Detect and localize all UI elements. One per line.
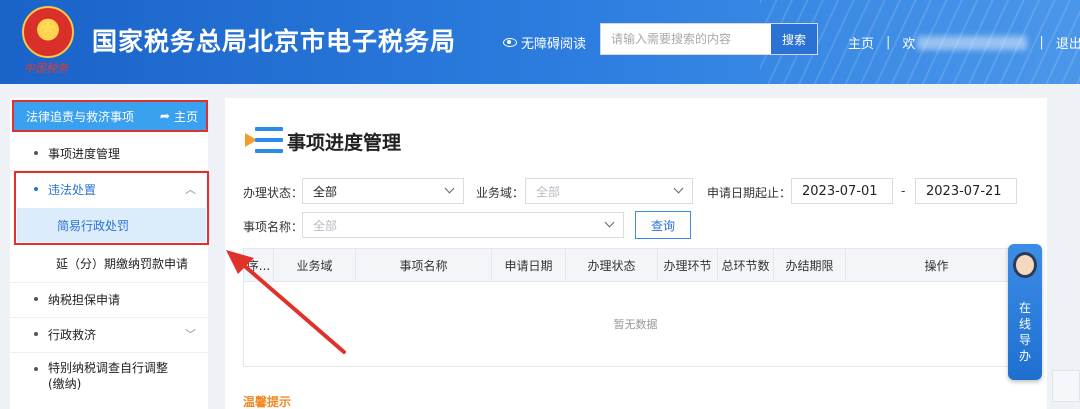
date-start-input[interactable]: 2023-07-01 [791, 178, 893, 204]
status-select[interactable]: 全部 [302, 178, 464, 204]
sidebar-item-label: 纳税担保申请 [48, 292, 121, 307]
sidebar-home-label: 主页 [173, 109, 198, 124]
chevron-down-icon [604, 217, 615, 228]
status-label: 办理状态： [243, 186, 304, 200]
domain-select[interactable]: 全部 [525, 178, 693, 204]
empty-state: 暂无数据 [243, 281, 1028, 367]
accessibility-link[interactable]: 无障碍阅读 [503, 33, 586, 52]
column-header: 办理环节 [657, 248, 718, 282]
page-title: 事项进度管理 [287, 132, 402, 154]
tax-emblem-icon: ★ [22, 6, 74, 58]
column-header: 办理状态 [565, 248, 658, 282]
accessibility-label: 无障碍阅读 [521, 37, 587, 52]
chevron-down-icon: ﹀ [185, 328, 196, 341]
column-header: 操作 [845, 248, 1028, 282]
domain-label: 业务域： [476, 186, 525, 200]
logo-script: 中国税务 [24, 62, 68, 75]
sidebar-item-special-adjust[interactable]: 特别纳税调查自行调整(缴纳) [10, 360, 208, 400]
sidebar-section-title: 法律追责与救济事项 [26, 109, 135, 124]
nav-separator: | [1039, 35, 1044, 50]
site-title[interactable]: 国家税务总局北京市电子税务局 [92, 22, 456, 58]
blurred-username [917, 35, 1028, 50]
sidebar-item-label: 事项进度管理 [48, 146, 121, 161]
item-name-select[interactable]: 全部 [302, 212, 624, 238]
assistant-avatar-icon [1013, 252, 1037, 278]
list-icon [245, 125, 285, 155]
item-name-label: 事项名称： [243, 220, 304, 234]
query-button[interactable]: 查询 [635, 211, 691, 239]
main-panel: 事项进度管理 办理状态： 全部 业务域： 全部 申请日期起止： 2023-07-… [225, 98, 1047, 409]
bullet-icon [34, 151, 38, 155]
column-header: 事项名称 [355, 248, 492, 282]
date-separator: - [901, 184, 906, 198]
sidebar-home-link[interactable]: ➦ 主页 [160, 108, 198, 125]
back-arrow-icon: ➦ [159, 109, 170, 123]
search-button[interactable]: 搜索 [771, 24, 817, 54]
bullet-icon [34, 332, 38, 336]
chevron-up-icon: ︿ [185, 183, 196, 196]
date-end-input[interactable]: 2023-07-21 [915, 178, 1017, 204]
sidebar-item-label: 延（分）期缴纳罚款申请 [56, 256, 189, 271]
top-nav: 主页 | 欢 | 退出 [848, 33, 1080, 52]
user-service-icon[interactable] [1052, 370, 1080, 402]
nav-home-link[interactable]: 主页 [848, 33, 874, 52]
column-header: 办结期限 [773, 248, 846, 282]
bullet-icon [34, 187, 38, 191]
nav-separator: | [886, 35, 891, 50]
search-input[interactable] [601, 24, 771, 54]
column-header: 申请日期 [491, 248, 566, 282]
site-header: ★ 中国税务 国家税务总局北京市电子税务局 无障碍阅读 搜索 主页 | 欢 | … [0, 0, 1080, 84]
column-header: 总环节数 [717, 248, 774, 282]
sidebar-item-violation[interactable]: 违法处置 ︿ [10, 174, 208, 204]
divider [10, 352, 208, 353]
column-header: 业务域 [273, 248, 356, 282]
sidebar-item-label: 行政救济 [48, 327, 97, 342]
chevron-down-icon [444, 183, 455, 194]
bullet-icon [34, 297, 38, 301]
sidebar-subitem-simple-penalty[interactable]: 简易行政处罚 [17, 208, 206, 242]
tips-title: 温馨提示 [243, 395, 292, 409]
column-header: 序... [243, 248, 274, 282]
sidebar-item-admin-relief[interactable]: 行政救济 ﹀ [10, 318, 208, 350]
status-select-value: 全部 [313, 184, 338, 199]
guide-label: 在 线 导 办 [1018, 301, 1031, 363]
domain-select-placeholder: 全部 [536, 184, 561, 199]
sidebar-item-label: 简易行政处罚 [57, 218, 130, 233]
table-header-row: 序... 业务域 事项名称 申请日期 办理状态 办理环节 总环节数 办结期限 操… [243, 248, 1028, 282]
bullet-icon [34, 367, 38, 371]
sidebar-item-progress[interactable]: 事项进度管理 [10, 138, 208, 168]
online-guide-button[interactable]: 在 线 导 办 [1008, 244, 1042, 380]
sidebar-header: 法律追责与救济事项 ➦ 主页 [12, 100, 208, 132]
sidebar: 法律追责与救济事项 ➦ 主页 事项进度管理 违法处置 ︿ 简易行政处罚 延（分）… [10, 98, 209, 409]
chevron-down-icon [673, 183, 684, 194]
search-box: 搜索 [600, 23, 818, 55]
date-range-label: 申请日期起止： [707, 186, 792, 200]
sidebar-item-label: 违法处置 [48, 182, 97, 197]
item-name-placeholder: 全部 [313, 218, 338, 233]
progress-table: 序... 业务域 事项名称 申请日期 办理状态 办理环节 总环节数 办结期限 操… [243, 248, 1028, 282]
eye-icon [503, 38, 517, 47]
sidebar-item-label: 特别纳税调查自行调整(缴纳) [48, 361, 169, 391]
sidebar-subitem-deferred-fine[interactable]: 延（分）期缴纳罚款申请 [10, 247, 208, 279]
nav-user-prefix: 欢 [902, 37, 916, 52]
sidebar-item-guarantee[interactable]: 纳税担保申请 [10, 283, 208, 315]
nav-logout-link[interactable]: 退出 [1056, 33, 1080, 52]
